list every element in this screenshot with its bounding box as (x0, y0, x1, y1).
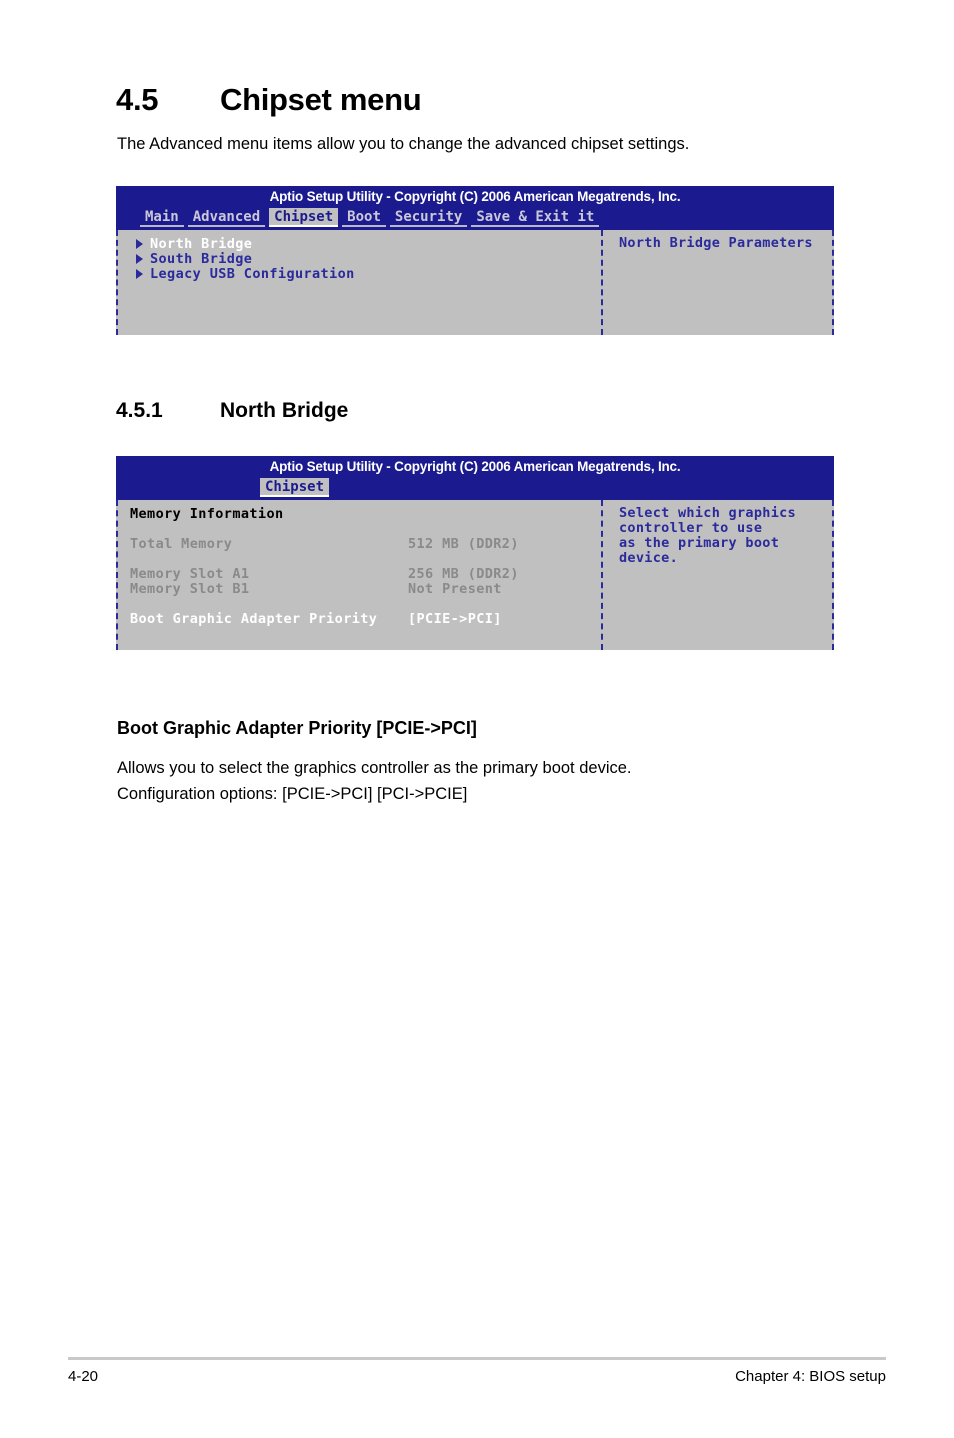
row-value: 256 MB (DDR2) (408, 565, 519, 582)
row-total-memory: Total Memory 512 MB (DDR2) (118, 535, 601, 552)
document-page: 4.5 Chipset menu The Advanced menu items… (0, 0, 954, 1438)
torn-edge-decoration (116, 1078, 834, 1122)
nav-item-label: Legacy USB Configuration (150, 265, 355, 282)
row-memory-slot-a1: Memory Slot A1 256 MB (DDR2) (118, 565, 601, 582)
row-value[interactable]: [PCIE->PCI] (408, 611, 502, 627)
bios-titlebar: Aptio Setup Utility - Copyright (C) 2006… (116, 186, 834, 208)
bios-help-pane: Select which graphics controller to use … (603, 500, 834, 650)
row-boot-graphic-adapter-priority[interactable]: Boot Graphic Adapter Priority [PCIE->PCI… (118, 610, 601, 627)
row-memory-slot-b1: Memory Slot B1 Not Present (118, 580, 601, 597)
help-text-line-3: as the primary boot (619, 535, 780, 551)
row-value: 512 MB (DDR2) (408, 535, 519, 552)
row-label: Boot Graphic Adapter Priority (130, 610, 378, 627)
bios-screenshot-north-bridge: Aptio Setup Utility - Copyright (C) 2006… (116, 456, 834, 1122)
help-text-line-2: controller to use (619, 520, 763, 536)
row-label: Memory Slot B1 (130, 580, 250, 597)
nav-item-south-bridge[interactable]: South Bridge (118, 250, 601, 267)
nav-item-label: North Bridge (150, 235, 253, 252)
menu-tab-save-exit[interactable]: Save & Exit it (471, 208, 600, 227)
footer-page-number: 4-20 (68, 1368, 99, 1385)
menu-tab-chipset[interactable]: Chipset (269, 208, 339, 227)
bios-menubar: Chipset (116, 478, 834, 497)
option-heading: Boot Graphic Adapter Priority [PCIE->PCI… (117, 718, 477, 738)
bios-titlebar: Aptio Setup Utility - Copyright (C) 2006… (116, 456, 834, 478)
intro-paragraph: The Advanced menu items allow you to cha… (117, 135, 690, 153)
help-text-line-4: device. (619, 550, 678, 566)
row-label: Memory Slot A1 (130, 565, 250, 582)
settings-section-header: Memory Information (118, 505, 601, 522)
bios-help-pane: North Bridge Parameters (603, 230, 834, 335)
triangle-right-icon (136, 253, 143, 264)
footer-chapter: Chapter 4: BIOS setup (735, 1368, 886, 1385)
footer-divider (68, 1357, 886, 1360)
menu-tab-main[interactable]: Main (140, 208, 184, 227)
subsection-number: 4.5.1 (116, 399, 163, 422)
row-label: Memory Information (130, 505, 284, 522)
menu-tab-security[interactable]: Security (389, 208, 468, 227)
menu-tab-advanced[interactable]: Advanced (187, 208, 266, 227)
nav-item-north-bridge[interactable]: North Bridge (118, 235, 601, 252)
option-description-line-2: Configuration options: [PCIE->PCI] [PCI-… (117, 785, 468, 803)
bios-body: Memory Information Total Memory 512 MB (… (116, 497, 834, 650)
row-value: Not Present (408, 580, 502, 597)
option-description-line-1: Allows you to select the graphics contro… (117, 759, 632, 777)
triangle-right-icon (136, 238, 143, 249)
triangle-right-icon (136, 268, 143, 279)
bios-settings-pane: Memory Information Total Memory 512 MB (… (116, 500, 603, 650)
nav-item-label: South Bridge (150, 250, 253, 267)
menu-tab-boot[interactable]: Boot (342, 208, 386, 227)
menu-tab-chipset[interactable]: Chipset (260, 478, 330, 497)
subsection-title: North Bridge (220, 399, 349, 422)
bios-menubar: Main Advanced Chipset Boot Security Save… (116, 208, 834, 227)
option-description: Allows you to select the graphics contro… (117, 755, 632, 807)
help-text-line-1: Select which graphics (619, 505, 796, 521)
nav-item-legacy-usb-configuration[interactable]: Legacy USB Configuration (118, 265, 601, 282)
bios-screenshot-chipset: Aptio Setup Utility - Copyright (C) 2006… (116, 186, 834, 513)
bios-nav-pane: North Bridge South Bridge Legacy USB Con… (116, 230, 603, 335)
row-label: Total Memory (130, 535, 233, 552)
subsection-heading: 4.5.1 North Bridge (116, 399, 348, 423)
section-number: 4.5 (116, 82, 159, 117)
page-title: 4.5 Chipset menu (116, 82, 422, 118)
help-text: North Bridge Parameters (619, 235, 813, 251)
bios-body: North Bridge South Bridge Legacy USB Con… (116, 227, 834, 335)
section-title: Chipset menu (220, 82, 422, 117)
